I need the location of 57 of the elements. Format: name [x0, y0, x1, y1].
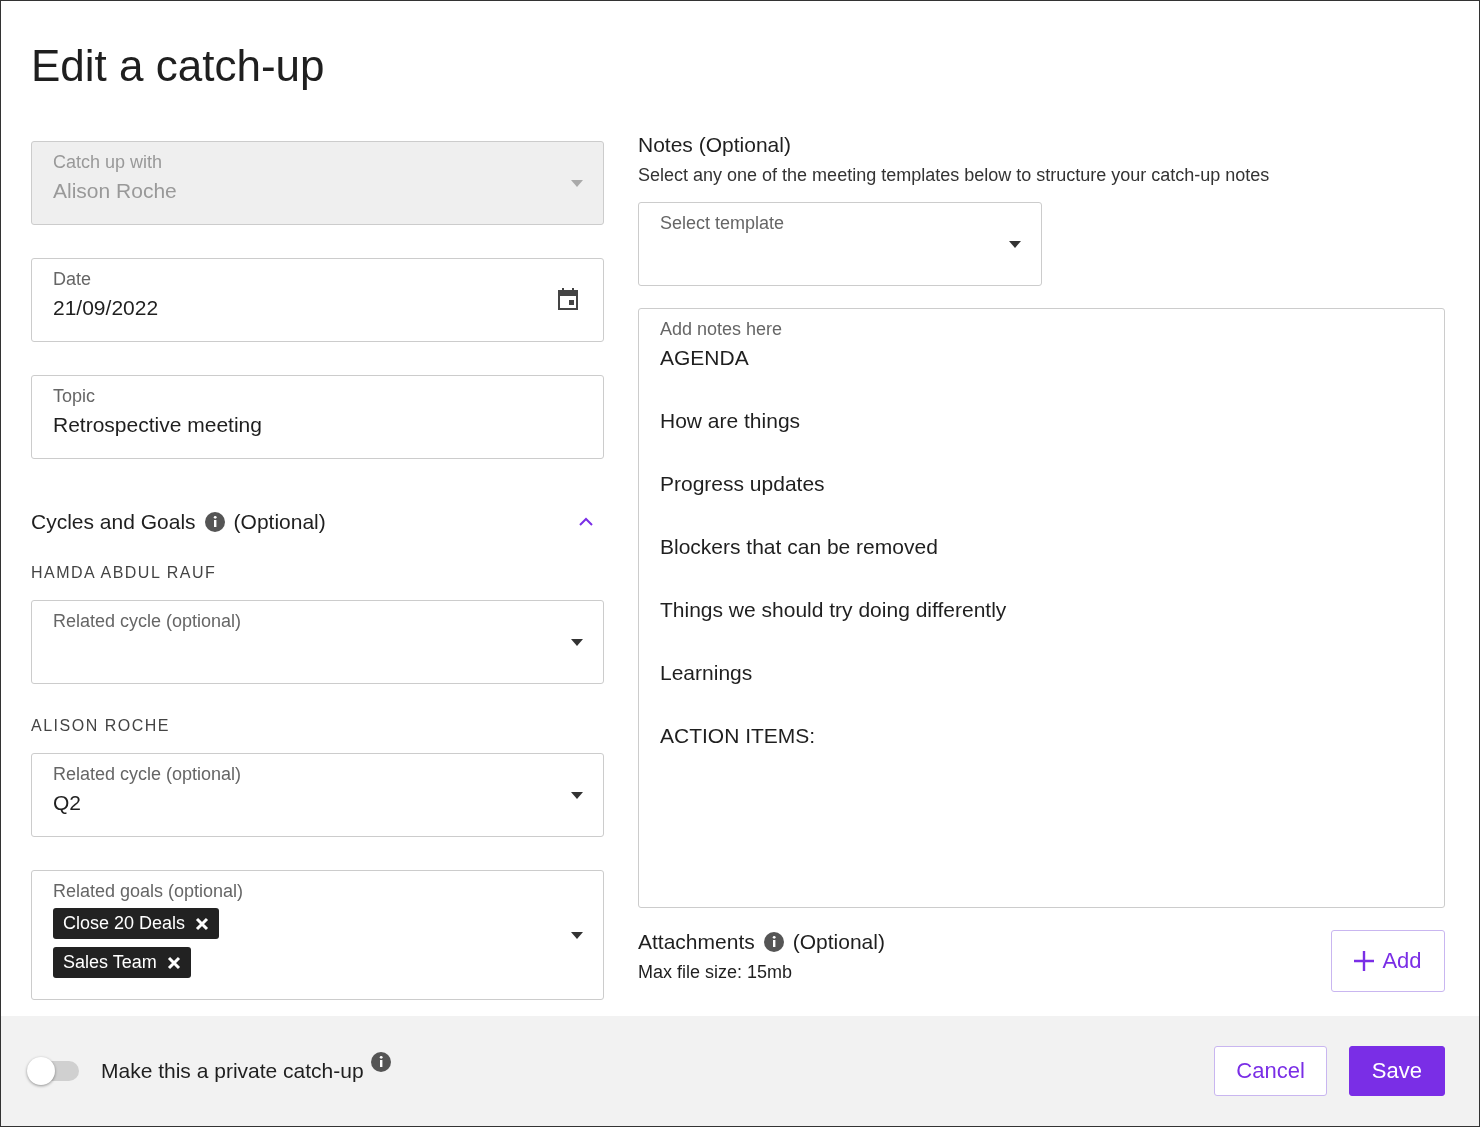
- notes-line: AGENDA: [660, 346, 750, 370]
- field-label: Date: [53, 269, 93, 290]
- remove-icon[interactable]: [195, 916, 210, 931]
- remove-icon[interactable]: [166, 955, 181, 970]
- caret-icon: [571, 180, 583, 187]
- field-value: 21/09/2022: [53, 296, 160, 320]
- caret-icon: [1009, 241, 1021, 248]
- field-label: Topic: [53, 386, 97, 407]
- related-cycle-select[interactable]: Related cycle (optional) Q2: [31, 753, 604, 837]
- caret-icon: [571, 932, 583, 939]
- info-icon: [203, 511, 226, 533]
- caret-icon: [571, 792, 583, 799]
- optional-label: (Optional): [792, 930, 885, 954]
- chip-label: Close 20 Deals: [63, 913, 186, 934]
- field-label: Related cycle (optional): [53, 764, 243, 785]
- field-label: Related cycle (optional): [53, 611, 243, 632]
- field-label: Catch up with: [53, 152, 164, 173]
- person-name: HAMDA ABDUL RAUF: [31, 564, 218, 582]
- field-placeholder: Select template: [660, 213, 786, 234]
- field-value: Alison Roche: [53, 179, 178, 203]
- related-cycle-select[interactable]: Related cycle (optional): [31, 600, 604, 684]
- save-button[interactable]: Save: [1348, 1046, 1445, 1096]
- notes-line: ACTION ITEMS:: [660, 724, 817, 748]
- person-name: ALISON ROCHE: [31, 717, 171, 735]
- private-toggle[interactable]: [27, 1057, 79, 1085]
- template-select[interactable]: Select template: [638, 202, 1042, 286]
- related-goals-select[interactable]: Related goals (optional) Close 20 Deals Sales Team: [31, 870, 604, 1000]
- add-button[interactable]: Add: [1331, 930, 1445, 992]
- plus-icon: [1354, 951, 1375, 971]
- cancel-button[interactable]: Cancel: [1214, 1046, 1327, 1096]
- notes-line: Things we should try doing differently: [660, 598, 1008, 622]
- info-icon: [369, 1051, 392, 1073]
- calendar-icon[interactable]: [557, 287, 579, 311]
- topic-field[interactable]: Topic Retrospective meeting: [31, 375, 604, 459]
- notes-description: Select any one of the meeting templates below to structure your catch-up notes: [638, 165, 1271, 186]
- section-title: Attachments: [638, 930, 755, 954]
- private-label: Make this a private catch-up: [101, 1059, 364, 1083]
- optional-label: (Optional): [698, 133, 791, 156]
- info-icon: [762, 931, 785, 953]
- section-title: Cycles and Goals: [31, 510, 196, 534]
- chevron-icon[interactable]: [578, 517, 594, 527]
- field-value: Q2: [53, 791, 82, 815]
- chip-label: Sales Team: [63, 952, 157, 973]
- file-size-hint: Max file size: 15mb: [638, 962, 794, 983]
- field-value: Retrospective meeting: [53, 413, 263, 437]
- optional-label: (Optional): [233, 510, 326, 534]
- field-label: Add notes here: [660, 319, 784, 340]
- notes-line: Blockers that can be removed: [660, 535, 939, 559]
- notes-line: Progress updates: [660, 472, 826, 496]
- page-title: Edit a catch-up: [31, 41, 326, 91]
- notes-line: Learnings: [660, 661, 754, 685]
- date-field[interactable]: Date 21/09/2022: [31, 258, 604, 342]
- caret-icon: [571, 639, 583, 646]
- field-label: Related goals (optional): [53, 881, 245, 902]
- notes-editor[interactable]: Add notes here AGENDA How are things Progress updates Blockers that can be removed Things we should try doing differently Learnings ACTION ITEMS:: [638, 308, 1445, 908]
- section-title: Notes: [638, 133, 693, 156]
- notes-line: How are things: [660, 409, 802, 433]
